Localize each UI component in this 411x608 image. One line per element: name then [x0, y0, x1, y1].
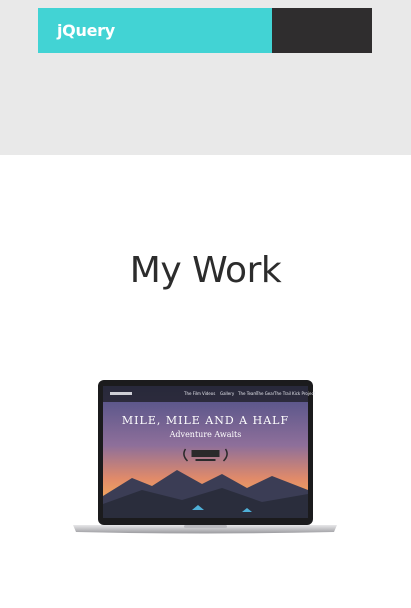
section-title: My Work: [129, 250, 282, 291]
screen-subheading: Adventure Awaits: [169, 430, 242, 439]
screen-nav-item: The Film: [183, 391, 201, 396]
screen-heading: MILE, MILE AND A HALF: [122, 414, 289, 427]
screen-nav-item: The Team: [237, 391, 257, 396]
laptop-image: The Film Videos Gallery The TeamThe Gear The…: [73, 380, 337, 534]
screen-nav-item: The Gear: [255, 391, 275, 396]
skill-label: jQuery: [57, 21, 115, 40]
screen-nav-item: Kick Project: [292, 391, 316, 396]
screen-nav-item: The Trail: [273, 391, 291, 396]
work-item-laptop[interactable]: The Film Videos Gallery The Team The Gear The…: [72, 378, 338, 538]
screen-nav-item: Videos: [202, 391, 215, 396]
screen-nav-item: Gallery: [220, 391, 235, 396]
skill-bar-jquery: jQuery: [38, 8, 372, 53]
skills-section: jQuery: [0, 0, 411, 155]
